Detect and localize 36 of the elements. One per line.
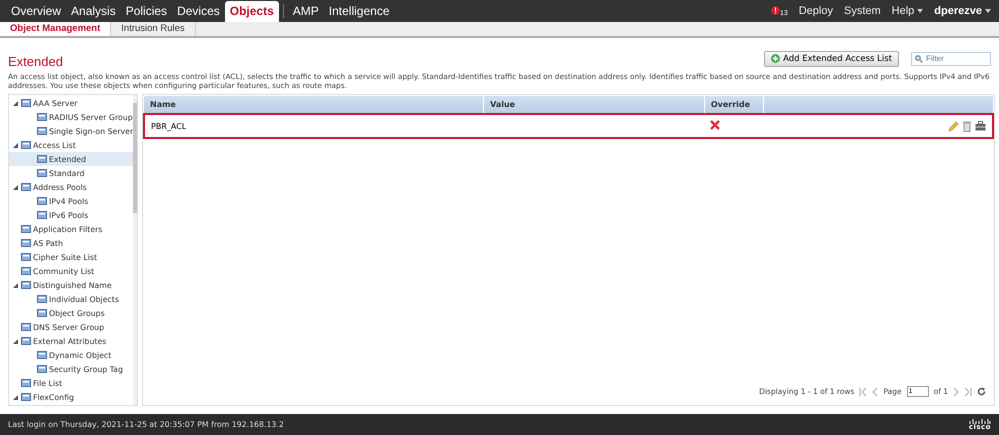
nav-tab[interactable]: Objects (224, 1, 279, 22)
nav-link[interactable]: Help (892, 5, 924, 17)
briefcase-icon[interactable] (975, 120, 986, 130)
column-header[interactable]: Name (144, 96, 484, 114)
scrollbar[interactable] (133, 95, 137, 405)
nav-tab[interactable]: Policies (120, 1, 172, 22)
collapse-triangle-icon[interactable] (12, 338, 18, 344)
nav-tab[interactable]: Devices (172, 1, 225, 22)
user-menu[interactable]: dperezve (934, 5, 991, 17)
column-header[interactable]: Override (704, 96, 764, 114)
refresh-icon[interactable] (977, 387, 986, 396)
alert-icon[interactable] (770, 6, 780, 16)
nav-link[interactable]: System (844, 5, 881, 17)
caret-icon (985, 9, 991, 13)
plus-circle-icon (771, 54, 780, 63)
sub-tab[interactable]: Intrusion Rules (111, 22, 196, 36)
caret-icon (917, 9, 924, 13)
filter-field[interactable]: Filter (911, 52, 991, 66)
search-icon (915, 54, 923, 62)
column-header[interactable]: Value (484, 96, 704, 114)
collapse-triangle-icon[interactable] (12, 184, 18, 190)
table-cell: PBR_ACL (144, 114, 484, 138)
nav-tab[interactable]: Overview (6, 1, 66, 22)
collapse-triangle-icon[interactable] (12, 100, 18, 106)
nav-link[interactable]: Deploy (798, 5, 833, 17)
collapse-triangle-icon[interactable] (12, 282, 18, 288)
nav-tab[interactable]: Intelligence (324, 1, 394, 22)
trash-icon[interactable] (963, 120, 971, 132)
sub-tab[interactable]: Object Management (0, 22, 112, 36)
pencil-icon[interactable] (948, 120, 959, 132)
page-title: Extended (8, 54, 63, 69)
add-button[interactable]: Add Extended Access List (764, 50, 899, 66)
collapse-triangle-icon[interactable] (12, 142, 18, 148)
nav-tab[interactable]: AMP (288, 1, 324, 22)
nav-tab[interactable]: Analysis (66, 1, 121, 22)
collapse-triangle-icon[interactable] (12, 394, 18, 400)
